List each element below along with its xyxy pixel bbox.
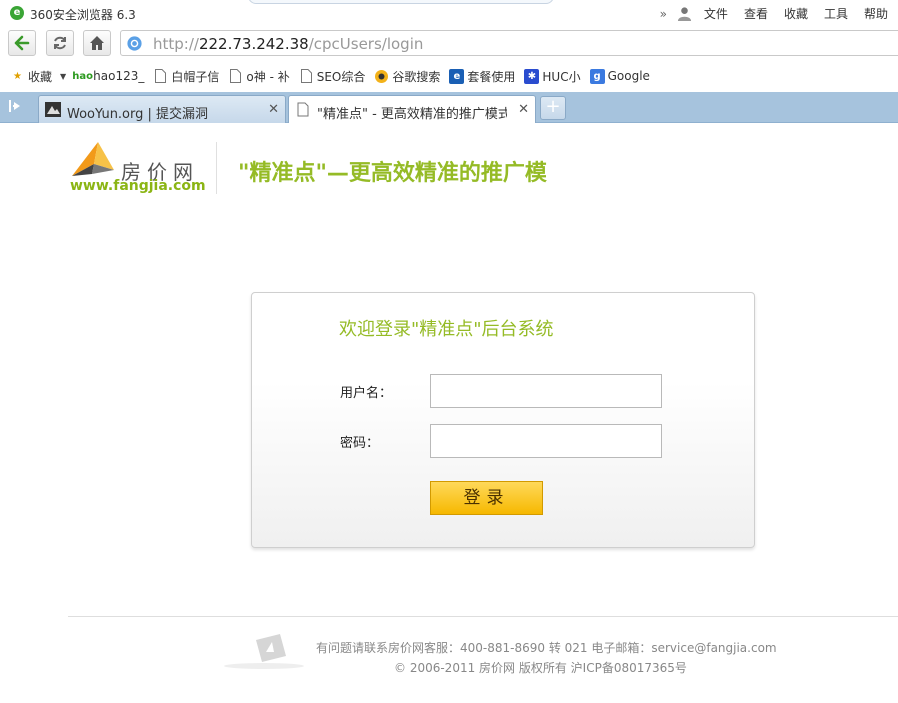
login-title: 欢迎登录"精准点"后台系统 [339, 319, 554, 340]
footer-divider [68, 616, 898, 617]
logo-url: www.fangjia.com [70, 178, 206, 194]
password-label: 密码： [340, 436, 380, 451]
star-folder-icon: ★ [13, 70, 22, 82]
back-button[interactable] [8, 30, 36, 56]
telecom-icon: e [449, 68, 465, 84]
tab-jingzhundian[interactable]: "精准点" - 更高效精准的推广模式 - 房 ✕ [288, 95, 536, 123]
bookmark-o-god[interactable]: o神 - 补 [228, 68, 290, 85]
page-icon [228, 69, 243, 84]
close-tab-icon[interactable]: ✕ [518, 102, 529, 117]
address-bar[interactable]: http://222.73.242.38/cpcUsers/login [120, 30, 898, 56]
bookmark-seo[interactable]: SEO综合 [299, 68, 365, 85]
home-icon [90, 36, 104, 50]
refresh-button[interactable] [46, 30, 74, 56]
back-arrow-icon [14, 35, 30, 51]
user-icon[interactable] [677, 6, 692, 21]
bookmark-package[interactable]: e 套餐使用 [449, 68, 515, 85]
bookmark-huc[interactable]: ✱ HUC小 [524, 68, 581, 85]
google-g-icon: g [589, 68, 605, 84]
dropdown-arrow-icon: ▼ [60, 71, 67, 81]
browser-logo-icon: e [10, 6, 24, 20]
page-icon [299, 69, 314, 84]
bookmarks-bar: ★ 收藏 ▼ hao hao123_ 白帽子信 o神 - 补 SEO综合 谷歌搜… [0, 64, 898, 88]
bookmark-whitehat[interactable]: 白帽子信 [153, 68, 219, 85]
title-bar: e 360安全浏览器 6.3 » 文件 查看 收藏 工具 帮助 [0, 0, 898, 27]
tab-wooyun[interactable]: WooYun.org | 提交漏洞 ✕ [38, 95, 286, 123]
header-divider [216, 142, 217, 194]
password-input[interactable] [430, 424, 662, 458]
page-slogan: "精准点"—更高效精准的推广模 [238, 161, 547, 186]
menu-view[interactable]: 查看 [744, 5, 768, 22]
title-menu: » 文件 查看 收藏 工具 帮助 [660, 5, 888, 22]
close-tab-icon[interactable]: ✕ [268, 102, 279, 117]
sidebar-toggle-icon[interactable] [8, 98, 26, 116]
refresh-icon [54, 36, 66, 50]
new-tab-button[interactable]: + [540, 96, 566, 120]
app-title: 360安全浏览器 6.3 [30, 8, 136, 22]
paw-icon: ✱ [524, 68, 540, 84]
tab-strip: WooYun.org | 提交漏洞 ✕ "精准点" - 更高效精准的推广模式 -… [0, 92, 898, 123]
hao-icon: hao [72, 70, 94, 82]
site-security-icon [127, 36, 142, 51]
login-button[interactable]: 登录 [430, 481, 543, 515]
bookmark-favorites[interactable]: ★ 收藏 ▼ [10, 68, 66, 85]
menu-file[interactable]: 文件 [704, 5, 728, 22]
navigation-bar: http://222.73.242.38/cpcUsers/login [0, 28, 898, 60]
url-text: http://222.73.242.38/cpcUsers/login [153, 35, 424, 53]
bookmark-hao123[interactable]: hao hao123_ [72, 69, 144, 84]
username-input[interactable] [430, 374, 662, 408]
title-bar-notch [248, 0, 554, 4]
bookmark-google-search[interactable]: 谷歌搜索 [374, 68, 440, 85]
login-panel: 欢迎登录"精准点"后台系统 用户名： 密码： 登录 [251, 292, 755, 548]
home-button[interactable] [83, 30, 111, 56]
bookmark-google[interactable]: g Google [589, 68, 650, 84]
menu-favorites[interactable]: 收藏 [784, 5, 808, 22]
footer-copyright: © 2006-2011 房价网 版权所有 沪ICP备08017365号 [394, 661, 687, 675]
page-icon [297, 102, 309, 117]
wooyun-favicon-icon [45, 102, 61, 117]
username-label: 用户名： [340, 386, 393, 401]
footer-contact: 有问题请联系房价网客服：400-881-8690 转 021 电子邮箱：serv… [316, 641, 777, 655]
menu-help[interactable]: 帮助 [864, 5, 888, 22]
menu-tools[interactable]: 工具 [824, 5, 848, 22]
more-chevron-icon[interactable]: » [660, 7, 667, 21]
google-search-icon [374, 69, 389, 84]
page-icon [153, 69, 168, 84]
footer-logo-icon [224, 634, 304, 669]
